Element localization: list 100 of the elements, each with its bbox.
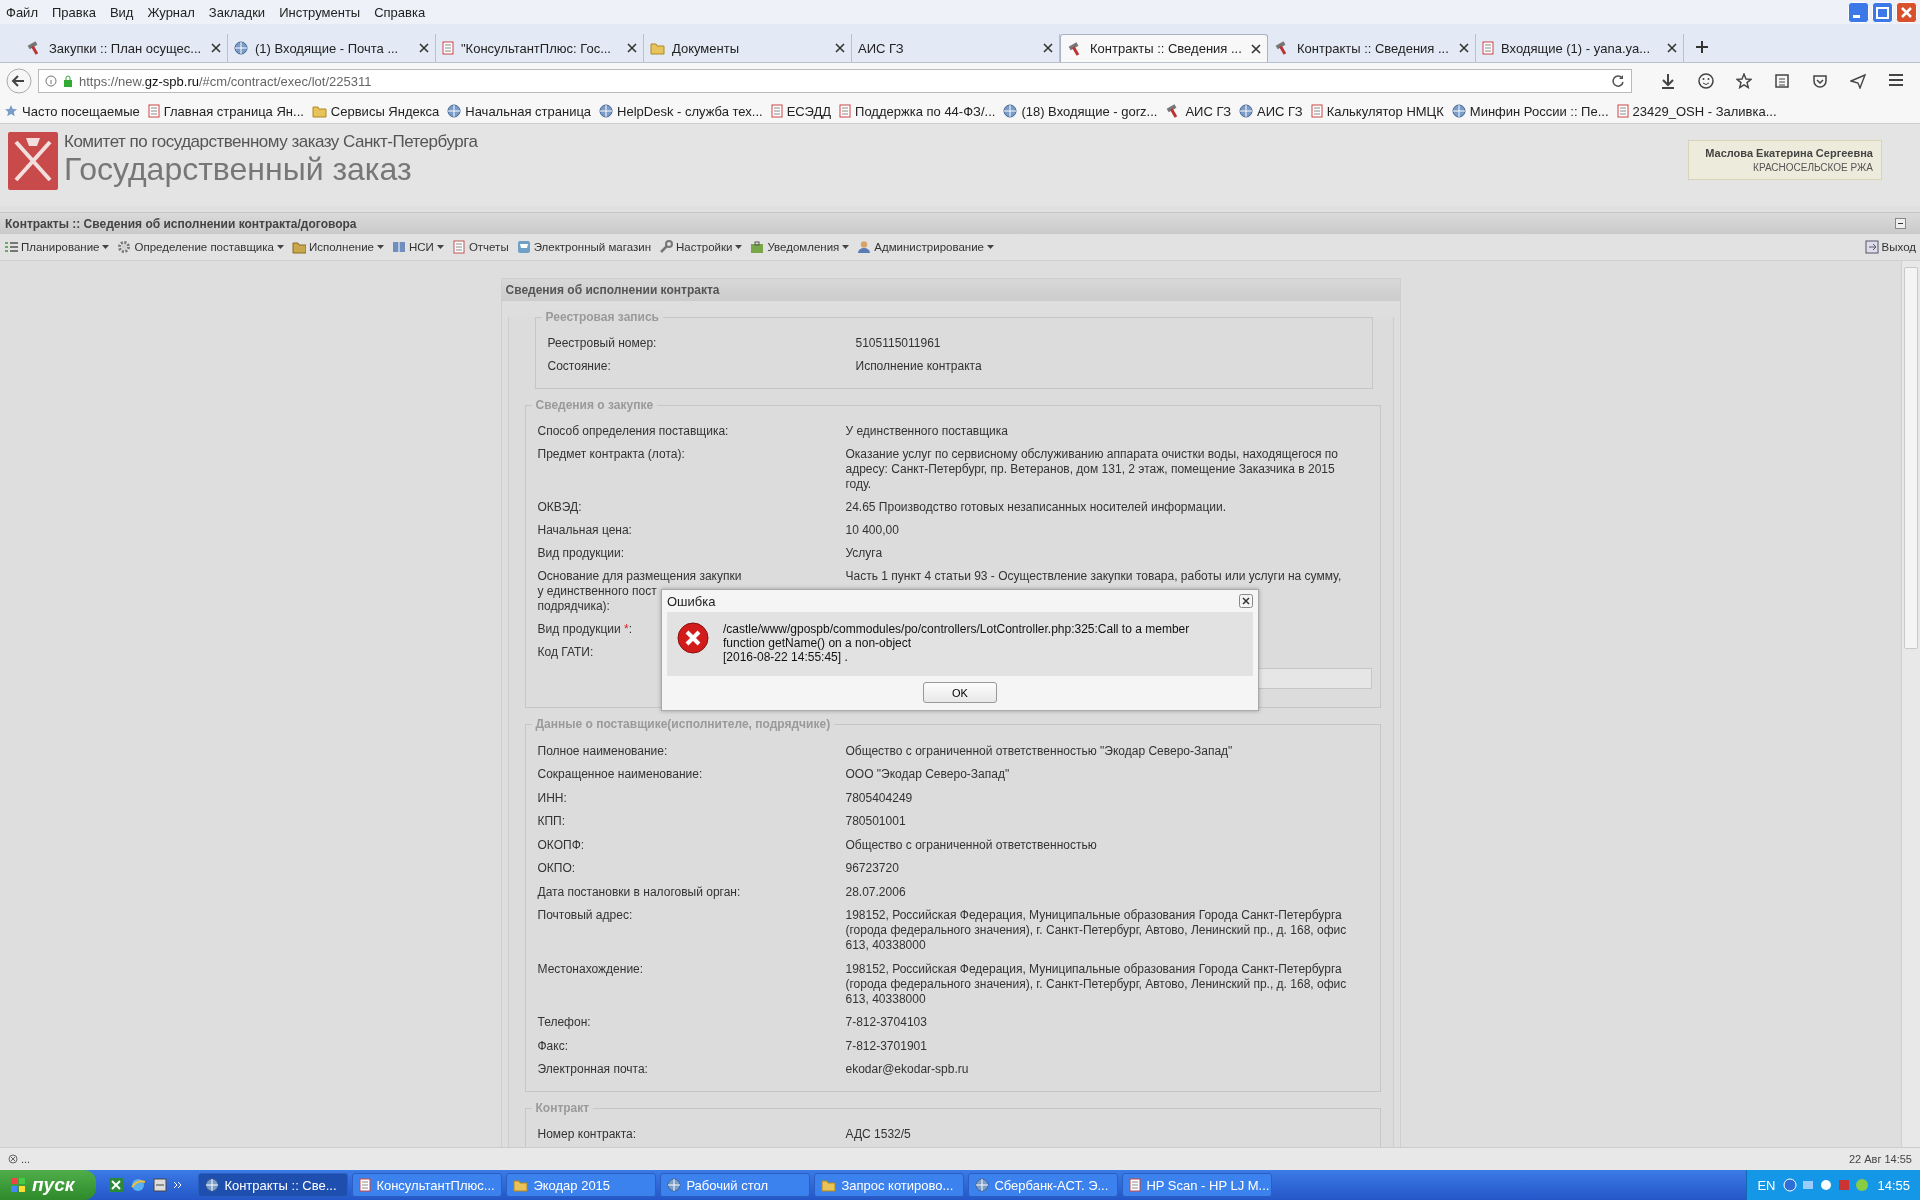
exit-button[interactable]: Выход [1864,240,1916,254]
send-icon[interactable] [1850,73,1866,89]
field-label: ОКВЭД: [537,500,582,515]
emblem-icon [8,132,58,190]
field-value: 5105115011961 [855,336,941,350]
close-icon[interactable] [1239,594,1253,608]
taskbar-button[interactable]: Контракты :: Све... [198,1173,349,1197]
bookmark[interactable]: Начальная страница [447,103,592,119]
lock-icon [63,75,73,87]
menu-item[interactable]: Журнал [147,4,195,20]
download-icon[interactable] [1660,73,1676,89]
taskbar-button[interactable]: Рабочий стол [660,1173,811,1197]
close-icon[interactable] [1667,43,1677,53]
menu-item[interactable]: Вид [109,4,134,20]
scroll-bar[interactable] [1901,261,1920,1147]
bookmark[interactable]: Главная страница Ян... [147,103,304,119]
close-icon[interactable] [211,43,221,53]
taskbar-button[interactable]: Экодар 2015 [506,1173,657,1197]
bookmark[interactable]: Минфин России :: Пе... [1451,103,1609,119]
browser-tab[interactable]: Контракты :: Сведения ... [1268,34,1476,62]
chevron-icon[interactable] [174,1181,183,1189]
browser-tab[interactable]: Документы [644,34,852,62]
user-icon [857,240,872,254]
globe-icon [234,41,248,55]
start-button[interactable]: пуск [0,1170,97,1200]
toolbar-menu[interactable]: Администрирование [857,240,994,254]
bookmark[interactable]: Часто посещаемые [4,103,140,119]
browser-icon[interactable] [130,1177,147,1193]
windows-logo-icon [10,1177,26,1193]
tray-icon[interactable] [1783,1178,1798,1192]
menu-item[interactable]: Справка [374,4,426,20]
bookmark[interactable]: (18) Входящие - gorz... [1003,103,1158,119]
ok-button[interactable]: OK [923,682,997,703]
new-tab-icon[interactable] [1696,41,1708,53]
folder-icon [650,41,665,55]
bookmark[interactable]: ЕСЭДД [770,103,832,119]
field-value: 198152, Российская Федерация, Муниципальные образования Города Санкт-Петербурга (города федерального значения), г. Санкт-Петербург, Автово, Ленинский пр., д. 168, офис 613, 40338000 [845,961,1347,1006]
browser-tab[interactable]: "КонсультантПлюс: Гос... [436,34,644,62]
list-icon[interactable] [1774,73,1790,89]
field-label: Состояние: [547,359,611,374]
toolbar-menu[interactable]: Отчеты [451,240,509,254]
minimize-icon[interactable] [1848,1,1869,23]
reload-icon[interactable] [1611,74,1625,88]
folder-icon [292,240,306,254]
toolbar-menu[interactable]: Настройки [659,240,743,254]
toolbar-menu[interactable]: НСИ [392,240,444,254]
bookmark[interactable]: АИС ГЗ [1239,103,1303,119]
bookmark[interactable]: HelpDesk - служба тех... [599,103,763,119]
menu-item[interactable]: Правка [51,4,96,20]
document-icon [1482,41,1494,55]
menu-icon[interactable] [1888,73,1904,87]
tray-icon[interactable] [1819,1178,1834,1192]
browser-tab[interactable]: Контракты :: Сведения ... [1060,34,1268,62]
bookmark[interactable]: Калькулятор НМЦК [1310,103,1444,119]
star-icon[interactable] [1736,73,1752,89]
toolbar-menu[interactable]: Уведомления [750,240,850,254]
taskbar-button[interactable]: Сбербанк-АСТ. Э... [968,1173,1119,1197]
toolbar-menu[interactable]: Планирование [4,240,110,254]
menu-item[interactable]: Закладки [208,4,266,20]
pocket-icon[interactable] [1812,73,1828,89]
bookmark[interactable]: 23429_OSH - Заливка... [1616,103,1777,119]
folder-icon [821,1178,837,1192]
menu-item[interactable]: Файл [6,4,38,20]
bookmark[interactable]: Сервисы Яндекса [311,103,440,119]
taskbar-button[interactable]: Запрос котирово... [814,1173,965,1197]
close-icon[interactable] [835,43,845,53]
browser-tab[interactable]: Закупки :: План осущес... [20,34,228,62]
toolbar-menu[interactable]: Исполнение [292,240,384,254]
page-title: Контракты :: Сведения об исполнении контракта/договора [5,216,357,231]
toolbar-menu[interactable]: Электронный магазин [516,240,651,254]
close-icon[interactable] [419,43,429,53]
app-icon[interactable] [152,1177,169,1193]
browser-tab[interactable]: (1) Входящие - Почта ... [228,34,436,62]
globe-icon [975,1178,990,1192]
taskbar-button[interactable]: КонсультантПлюс... [352,1173,503,1197]
close-icon[interactable] [1251,43,1261,54]
document-icon [839,104,852,118]
section-legend: Данные о поставщике(исполнителе, подрядчике) [531,717,835,731]
back-icon[interactable] [6,68,32,94]
globe-icon [205,1178,220,1192]
close-icon[interactable] [1043,43,1053,53]
field-label: Дата постановки в налоговый орган: [537,884,741,900]
field-label: Способ определения поставщика: [537,424,729,439]
close-icon[interactable] [627,43,637,53]
address-field[interactable]: https://new.gz-spb.ru/#cm/contract/exec/lot/225311 [38,69,1632,93]
menu-item[interactable]: Инструменты [279,4,361,20]
maximize-icon[interactable] [1872,1,1893,23]
field-label: Предмет контракта (лота): [537,447,685,462]
field-label: ОКОПФ: [537,837,585,853]
smiley-icon[interactable] [1698,73,1714,89]
spreadsheet-icon[interactable] [108,1177,125,1193]
close-icon[interactable] [1459,43,1469,53]
collapse-icon[interactable] [1895,218,1906,229]
browser-tab[interactable]: Входящие (1) - yana.ya... [1476,34,1684,62]
taskbar-button[interactable]: HP Scan - HP LJ M... [1122,1173,1273,1197]
bookmark[interactable]: Поддержка по 44-ФЗ/... [839,103,996,119]
bookmark[interactable]: АИС ГЗ [1165,103,1232,119]
document-icon [451,240,466,254]
section-legend: Сведения о закупке [531,398,658,412]
toolbar-menu[interactable]: Определение поставщика [117,240,284,254]
